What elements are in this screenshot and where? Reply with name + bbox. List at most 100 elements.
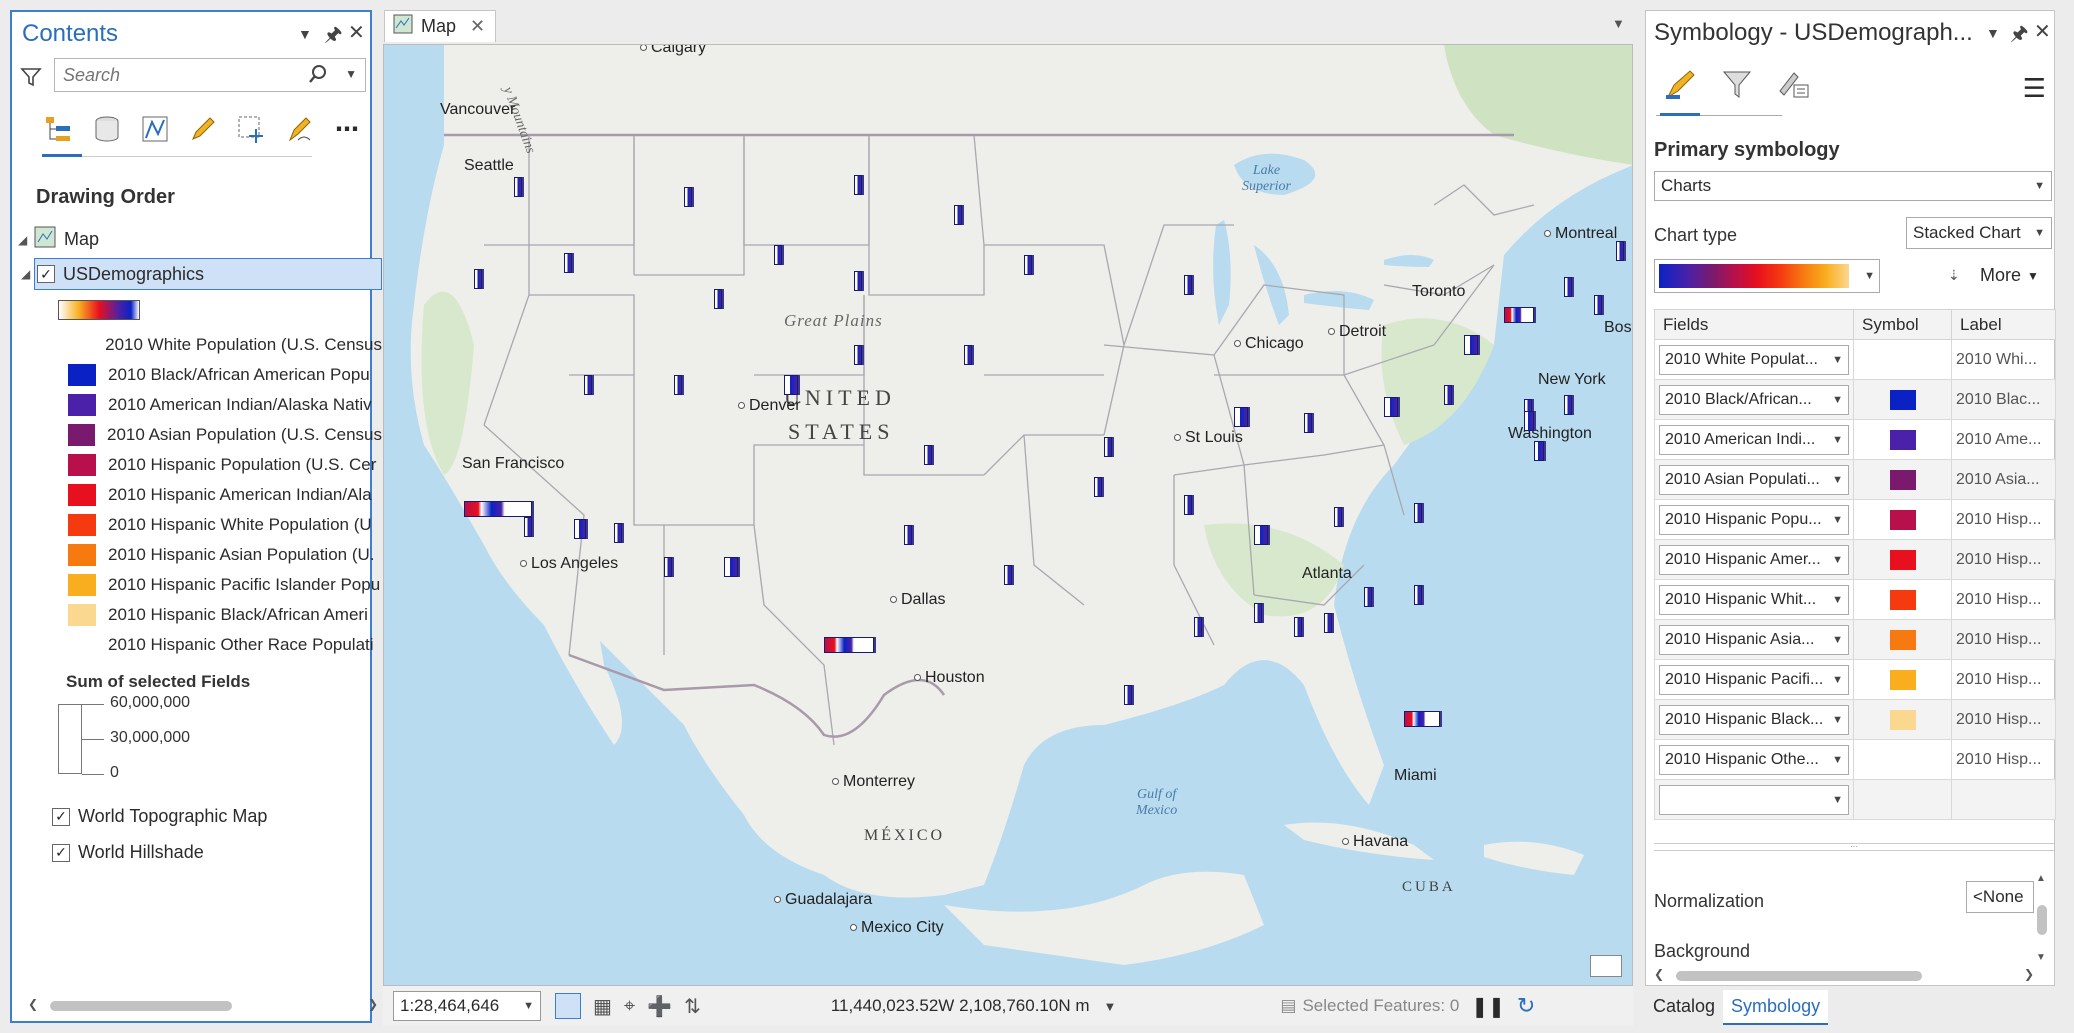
label-cell[interactable]: 2010 Hisp... bbox=[1951, 619, 2056, 660]
legend-item[interactable]: 2010 Asian Population (U.S. Census bbox=[68, 424, 382, 446]
stacked-chart-symbol[interactable] bbox=[954, 205, 962, 225]
basemap-topographic-checkbox[interactable]: ✓ bbox=[52, 807, 70, 826]
field-row[interactable]: 2010 Hispanic Whit... ▼ 2010 Hisp... bbox=[1654, 579, 2056, 620]
scrollbar-thumb[interactable] bbox=[2037, 905, 2047, 935]
stacked-chart-symbol[interactable] bbox=[1194, 617, 1202, 637]
more-options-icon[interactable]: ⋯ bbox=[330, 112, 364, 146]
horizontal-scrollbar[interactable]: ❮ ❯ bbox=[28, 997, 378, 1013]
scroll-right-icon[interactable]: ❯ bbox=[2024, 967, 2034, 981]
legend-item[interactable]: 2010 Black/African American Popu bbox=[68, 364, 382, 386]
list-by-drawing-order-icon[interactable] bbox=[42, 112, 76, 146]
label-cell[interactable]: 2010 Ame... bbox=[1951, 419, 2056, 460]
stacked-chart-symbol[interactable] bbox=[514, 177, 522, 197]
field-dropdown[interactable]: 2010 Hispanic Popu... ▼ bbox=[1659, 504, 1849, 535]
stacked-chart-symbol[interactable] bbox=[924, 445, 932, 465]
scroll-up-icon[interactable]: ▲ bbox=[2036, 873, 2046, 884]
symbol-cell[interactable] bbox=[1853, 619, 1952, 660]
label-cell[interactable] bbox=[1951, 779, 2056, 820]
stacked-chart-symbol[interactable] bbox=[1324, 613, 1332, 633]
list-by-source-icon[interactable] bbox=[90, 112, 124, 146]
field-dropdown[interactable]: 2010 Hispanic Amer... ▼ bbox=[1659, 544, 1849, 575]
field-row[interactable]: 2010 American Indi... ▼ 2010 Ame... bbox=[1654, 419, 2056, 460]
field-row[interactable]: 2010 Asian Populati... ▼ 2010 Asia... bbox=[1654, 459, 2056, 500]
stacked-chart-symbol[interactable] bbox=[1254, 603, 1262, 623]
stacked-chart-symbol[interactable] bbox=[1234, 407, 1248, 427]
close-icon[interactable]: ✕ bbox=[2034, 19, 2051, 44]
chevron-down-icon[interactable]: ▼ bbox=[523, 1000, 534, 1012]
stacked-chart-symbol[interactable] bbox=[1364, 587, 1372, 607]
label-cell[interactable]: 2010 Whi... bbox=[1951, 339, 2056, 380]
stacked-chart-symbol[interactable] bbox=[584, 375, 592, 395]
scroll-right-icon[interactable]: ❯ bbox=[368, 997, 378, 1011]
field-dropdown[interactable]: 2010 American Indi... ▼ bbox=[1659, 424, 1849, 455]
stacked-chart-symbol[interactable] bbox=[784, 375, 798, 395]
stacked-chart-symbol[interactable] bbox=[1024, 255, 1032, 275]
chevron-down-icon[interactable]: ▼ bbox=[345, 67, 357, 81]
filter-icon[interactable] bbox=[20, 66, 42, 93]
symbol-cell[interactable] bbox=[1853, 699, 1952, 740]
refresh-icon[interactable]: ↻ bbox=[1517, 993, 1535, 1019]
close-icon[interactable]: ✕ bbox=[348, 20, 365, 45]
symbol-swatch[interactable] bbox=[1889, 669, 1916, 690]
scroll-left-icon[interactable]: ❮ bbox=[28, 997, 38, 1011]
stacked-chart-symbol[interactable] bbox=[1304, 413, 1312, 433]
collapse-arrow-icon[interactable]: ◢ bbox=[18, 233, 34, 247]
scrollbar-thumb[interactable] bbox=[1676, 971, 1922, 981]
stacked-chart-symbol[interactable] bbox=[1404, 711, 1440, 727]
stacked-chart-symbol[interactable] bbox=[964, 345, 972, 365]
symbol-cell[interactable] bbox=[1853, 339, 1952, 380]
symbol-cell[interactable] bbox=[1853, 379, 1952, 420]
stacked-chart-symbol[interactable] bbox=[774, 245, 782, 265]
stacked-chart-symbol[interactable] bbox=[904, 525, 912, 545]
color-scheme-dropdown[interactable]: ▼ bbox=[1654, 259, 1880, 293]
scroll-down-icon[interactable]: ▼ bbox=[2036, 952, 2046, 963]
stacked-chart-symbol[interactable] bbox=[684, 187, 692, 207]
stacked-chart-symbol[interactable] bbox=[1534, 441, 1544, 461]
label-cell[interactable]: 2010 Hisp... bbox=[1951, 499, 2056, 540]
close-tab-icon[interactable]: ✕ bbox=[470, 16, 485, 37]
basemap-hillshade[interactable]: ✓ World Hillshade bbox=[52, 842, 204, 863]
splitter-handle[interactable]: ⋯ bbox=[1654, 843, 2054, 851]
stacked-chart-symbol[interactable] bbox=[574, 519, 586, 539]
field-dropdown[interactable]: 2010 Asian Populati... ▼ bbox=[1659, 464, 1849, 495]
symbol-cell[interactable] bbox=[1853, 739, 1952, 780]
field-dropdown[interactable]: 2010 Hispanic Black... ▼ bbox=[1659, 704, 1849, 735]
stacked-chart-symbol[interactable] bbox=[1094, 477, 1102, 497]
stacked-chart-symbol[interactable] bbox=[1004, 565, 1012, 585]
legend-item[interactable]: 2010 Hispanic Black/African Ameri bbox=[68, 604, 382, 626]
legend-item[interactable]: 2010 Hispanic American Indian/Ala bbox=[68, 484, 382, 506]
symbol-swatch[interactable] bbox=[1889, 709, 1916, 730]
field-row[interactable]: 2010 Hispanic Black... ▼ 2010 Hisp... bbox=[1654, 699, 2056, 740]
stacked-chart-symbol[interactable] bbox=[854, 271, 862, 291]
legend-item[interactable]: 2010 Hispanic Pacific Islander Popu bbox=[68, 574, 382, 596]
stacked-chart-symbol[interactable] bbox=[724, 557, 738, 577]
stacked-chart-symbol[interactable] bbox=[614, 523, 622, 543]
chevron-down-icon[interactable]: ▼ bbox=[1986, 25, 2000, 41]
symbol-swatch[interactable] bbox=[1889, 429, 1916, 450]
stacked-chart-symbol[interactable] bbox=[1294, 617, 1302, 637]
stacked-chart-symbol[interactable] bbox=[854, 175, 862, 195]
stacked-chart-symbol[interactable] bbox=[824, 637, 874, 653]
symbol-swatch[interactable] bbox=[1889, 389, 1916, 410]
layer-visibility-checkbox[interactable]: ✓ bbox=[37, 265, 55, 283]
basemap-hillshade-checkbox[interactable]: ✓ bbox=[52, 843, 70, 862]
list-by-labeling-icon[interactable] bbox=[282, 112, 316, 146]
field-row[interactable]: 2010 White Populat... ▼ 2010 Whi... bbox=[1654, 339, 2056, 380]
legend-item[interactable]: 2010 American Indian/Alaska Nativ bbox=[68, 394, 382, 416]
scale-dropdown[interactable]: 1:28,464,646 ▼ bbox=[393, 991, 541, 1021]
field-row[interactable]: 2010 Hispanic Amer... ▼ 2010 Hisp... bbox=[1654, 539, 2056, 580]
field-dropdown[interactable]: 2010 Hispanic Pacifi... ▼ bbox=[1659, 664, 1849, 695]
chevron-down-icon[interactable]: ▼ bbox=[1104, 999, 1117, 1014]
stacked-chart-symbol[interactable] bbox=[664, 557, 672, 577]
stacked-chart-symbol[interactable] bbox=[564, 253, 572, 273]
field-row[interactable]: ▼ bbox=[1654, 779, 2056, 820]
stacked-chart-symbol[interactable] bbox=[474, 269, 482, 289]
selected-features[interactable]: ▤ Selected Features: 0 bbox=[1280, 996, 1459, 1016]
symbol-swatch[interactable] bbox=[1889, 589, 1916, 610]
correction-icon[interactable]: ➕ bbox=[647, 994, 672, 1019]
stacked-chart-symbol[interactable] bbox=[524, 517, 532, 537]
symbol-swatch[interactable] bbox=[1889, 509, 1916, 530]
stacked-chart-symbol[interactable] bbox=[1414, 585, 1422, 605]
field-row[interactable]: 2010 Hispanic Pacifi... ▼ 2010 Hisp... bbox=[1654, 659, 2056, 700]
vertical-scrollbar[interactable]: ▲ ▼ bbox=[2034, 873, 2050, 963]
